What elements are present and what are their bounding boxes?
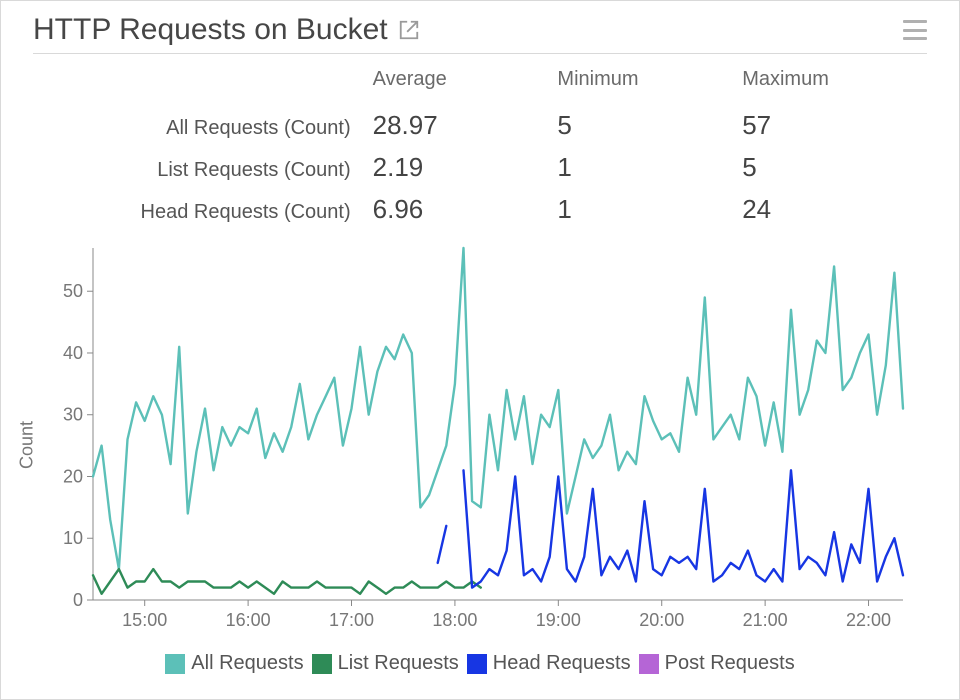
cell-min: 5 <box>557 110 742 141</box>
svg-text:10: 10 <box>63 528 83 548</box>
svg-text:30: 30 <box>63 405 83 425</box>
svg-text:19:00: 19:00 <box>536 610 581 630</box>
legend-swatch <box>639 654 659 674</box>
cell-min: 1 <box>557 152 742 183</box>
chart-legend: All Requests List Requests Head Requests… <box>33 652 927 675</box>
legend-label: All Requests <box>191 652 303 675</box>
col-average: Average <box>373 68 558 91</box>
legend-item[interactable]: All Requests <box>165 652 303 675</box>
col-maximum: Maximum <box>742 68 927 91</box>
row-label: All Requests (Count) <box>33 117 373 140</box>
svg-text:40: 40 <box>63 343 83 363</box>
row-label: List Requests (Count) <box>33 159 373 182</box>
row-label: Head Requests (Count) <box>33 201 373 224</box>
table-row: Head Requests (Count) 6.96 1 24 <box>33 194 927 236</box>
svg-text:21:00: 21:00 <box>743 610 788 630</box>
stats-table: Average Minimum Maximum All Requests (Co… <box>33 68 927 236</box>
svg-text:16:00: 16:00 <box>226 610 271 630</box>
cell-max: 57 <box>742 110 927 141</box>
svg-text:22:00: 22:00 <box>846 610 891 630</box>
table-row: List Requests (Count) 2.19 1 5 <box>33 152 927 194</box>
table-row: All Requests (Count) 28.97 5 57 <box>33 110 927 152</box>
external-link-icon[interactable] <box>398 19 420 41</box>
legend-label: Head Requests <box>493 652 631 675</box>
svg-text:20:00: 20:00 <box>639 610 684 630</box>
stats-header-row: Average Minimum Maximum <box>33 68 927 110</box>
panel-title: HTTP Requests on Bucket <box>33 13 420 47</box>
cell-min: 1 <box>557 194 742 225</box>
svg-text:0: 0 <box>73 590 83 610</box>
col-minimum: Minimum <box>557 68 742 91</box>
panel-header: HTTP Requests on Bucket <box>33 13 927 54</box>
y-axis-label: Count <box>17 421 38 469</box>
svg-text:17:00: 17:00 <box>329 610 374 630</box>
cell-max: 5 <box>742 152 927 183</box>
svg-text:50: 50 <box>63 281 83 301</box>
panel-title-text: HTTP Requests on Bucket <box>33 13 388 47</box>
metrics-panel: HTTP Requests on Bucket Average Minimum … <box>0 0 960 700</box>
legend-item[interactable]: Post Requests <box>639 652 795 675</box>
cell-avg: 6.96 <box>373 194 558 225</box>
svg-text:18:00: 18:00 <box>432 610 477 630</box>
legend-item[interactable]: Head Requests <box>467 652 631 675</box>
legend-swatch <box>467 654 487 674</box>
legend-label: List Requests <box>338 652 459 675</box>
legend-swatch <box>165 654 185 674</box>
legend-item[interactable]: List Requests <box>312 652 459 675</box>
cell-avg: 28.97 <box>373 110 558 141</box>
hamburger-menu-icon[interactable] <box>903 20 927 40</box>
legend-swatch <box>312 654 332 674</box>
svg-text:20: 20 <box>63 466 83 486</box>
legend-label: Post Requests <box>665 652 795 675</box>
chart-area: Count 0102030405015:0016:0017:0018:0019:… <box>33 240 927 650</box>
cell-avg: 2.19 <box>373 152 558 183</box>
svg-text:15:00: 15:00 <box>122 610 167 630</box>
cell-max: 24 <box>742 194 927 225</box>
line-chart: 0 10 20 30 40 50 15:00 16:00 17:00 18:00 19:00 20:0… <box>33 240 913 640</box>
